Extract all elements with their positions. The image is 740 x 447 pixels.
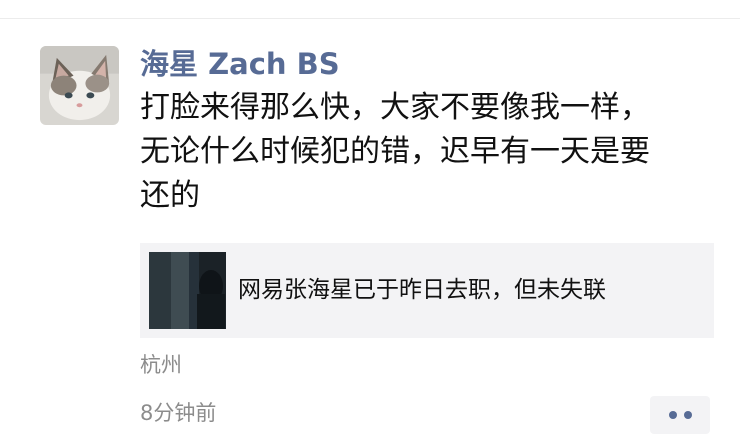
dark-photo-thumbnail bbox=[149, 252, 226, 329]
cat-photo-avatar bbox=[40, 46, 119, 125]
link-card[interactable]: 网易张海星已于昨日去职，但未失联 bbox=[140, 243, 714, 338]
more-dots-icon bbox=[683, 411, 692, 419]
top-divider bbox=[0, 18, 740, 19]
post-text: 打脸来得那么快，大家不要像我一样， 无论什么时候犯的错，迟早有一天是要 还的 bbox=[140, 90, 650, 213]
link-card-title: 网易张海星已于昨日去职，但未失联 bbox=[238, 277, 606, 303]
link-thumbnail bbox=[149, 252, 226, 329]
location-label[interactable]: 杭州 bbox=[140, 350, 182, 380]
avatar[interactable] bbox=[40, 46, 119, 125]
timestamp: 8分钟前 bbox=[140, 401, 217, 425]
more-dots-icon bbox=[668, 411, 677, 419]
more-button[interactable] bbox=[650, 396, 710, 434]
username[interactable]: 海星 Zach BS bbox=[140, 44, 340, 84]
